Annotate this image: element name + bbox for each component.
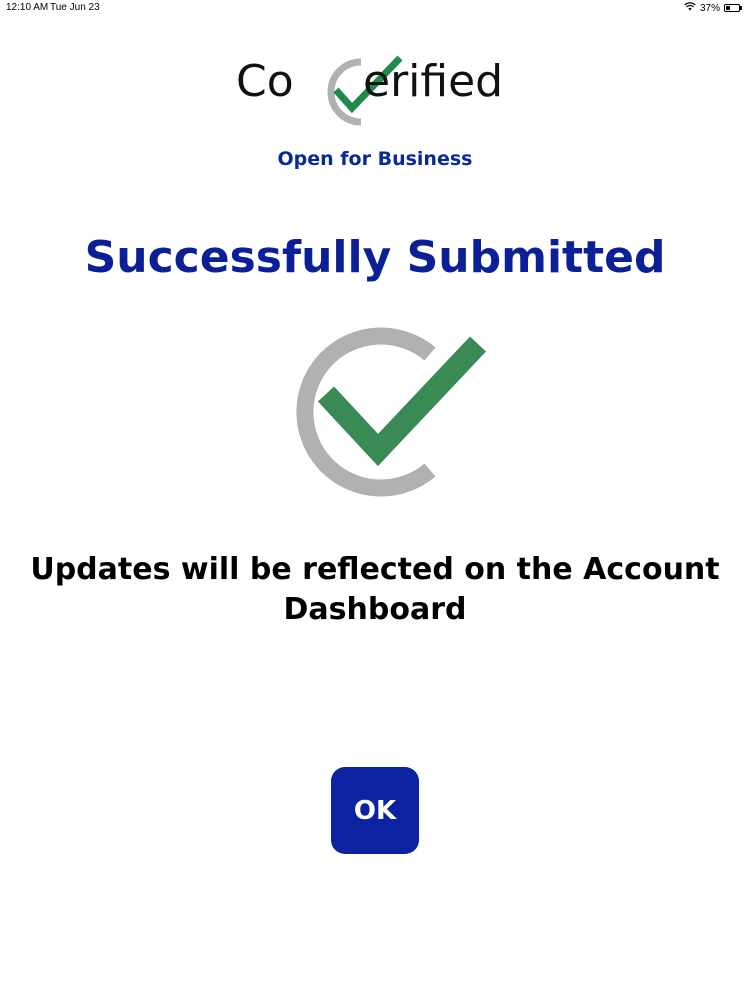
status-indicators: 37% bbox=[684, 2, 742, 14]
battery-percent: 37% bbox=[699, 2, 720, 14]
status-bar: 12:10 AM Tue Jun 23 37% bbox=[0, 0, 750, 16]
coverified-logo: Co erified bbox=[236, 52, 521, 134]
logo-text-erified: erified bbox=[363, 56, 504, 107]
tagline: Open for Business bbox=[277, 148, 473, 170]
battery-icon bbox=[724, 4, 742, 12]
success-screen: 12:10 AM Tue Jun 23 37% Co erified Open … bbox=[0, 0, 750, 1000]
status-message: Updates will be reflected on the Account… bbox=[30, 552, 720, 627]
status-time: 12:10 AM bbox=[6, 2, 49, 13]
logo-text-co: Co bbox=[236, 56, 294, 107]
status-date: Tue Jun 23 bbox=[50, 2, 100, 13]
wifi-icon bbox=[684, 2, 696, 14]
success-check-icon bbox=[296, 327, 487, 497]
page-title: Successfully Submitted bbox=[84, 232, 666, 283]
ok-button[interactable]: OK bbox=[331, 767, 419, 854]
